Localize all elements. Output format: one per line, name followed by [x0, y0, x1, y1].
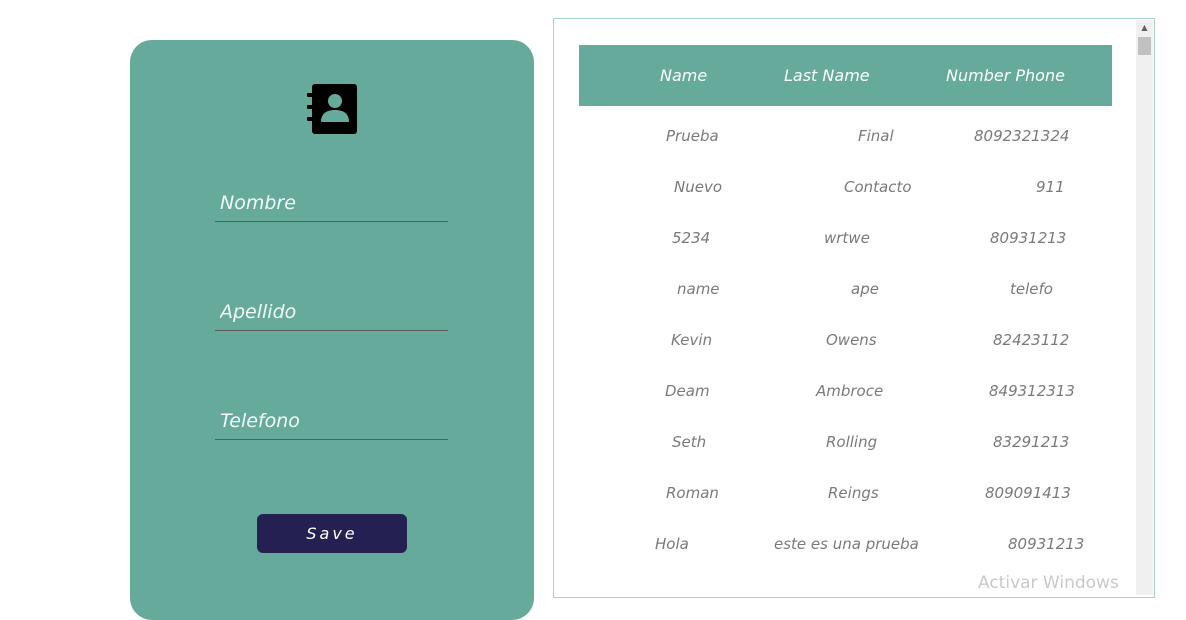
row-8-last-name: Reings: [828, 484, 879, 502]
row-6-phone: 849312313: [989, 382, 1075, 400]
header-number-phone: Number Phone: [946, 66, 1065, 85]
scroll-up-arrow-icon[interactable]: ▲: [1136, 20, 1153, 35]
apellido-input[interactable]: [215, 293, 448, 330]
nombre-input[interactable]: [215, 184, 448, 221]
row-9-phone: 80931213: [1008, 535, 1085, 553]
row-7-name: Seth: [672, 433, 707, 451]
nombre-field: [215, 184, 448, 222]
header-last-name: Last Name: [784, 66, 870, 85]
row-1-phone: 8092321324: [974, 127, 1070, 145]
contact-form-card: Save: [130, 40, 534, 620]
row-4-name: name: [677, 280, 720, 298]
contacts-table-panel[interactable]: Name Last Name Number Phone Prueba Final…: [553, 18, 1155, 598]
row-8-phone: 809091413: [985, 484, 1071, 502]
header-name: Name: [660, 66, 708, 85]
apellido-field: [215, 293, 448, 331]
row-2-phone: 911: [1036, 178, 1065, 196]
row-9-last-name: este es una prueba: [774, 535, 919, 553]
row-1-name: Prueba: [666, 127, 719, 145]
vertical-scrollbar[interactable]: ▲: [1136, 20, 1153, 595]
row-2-last-name: Contacto: [844, 178, 912, 196]
row-1-last-name: Final: [858, 127, 894, 145]
row-5-name: Kevin: [671, 331, 713, 349]
contact-book-icon: [307, 84, 357, 134]
row-8-name: Roman: [666, 484, 719, 502]
table-header-row: Name Last Name Number Phone: [579, 45, 1112, 106]
row-3-last-name: wrtwe: [824, 229, 870, 247]
save-button[interactable]: Save: [257, 514, 407, 553]
row-2-name: Nuevo: [674, 178, 723, 196]
row-5-last-name: Owens: [826, 331, 877, 349]
row-9-name: Hola: [655, 535, 689, 553]
row-6-name: Deam: [665, 382, 710, 400]
row-6-last-name: Ambroce: [816, 382, 884, 400]
row-4-phone: telefo: [1010, 280, 1053, 298]
row-4-last-name: ape: [851, 280, 879, 298]
row-3-phone: 80931213: [990, 229, 1067, 247]
row-5-phone: 82423112: [993, 331, 1070, 349]
row-3-name: 5234: [672, 229, 711, 247]
telefono-input[interactable]: [215, 402, 448, 439]
row-7-phone: 83291213: [993, 433, 1070, 451]
scroll-thumb[interactable]: [1138, 37, 1151, 55]
activate-windows-watermark: Activar Windows: [978, 573, 1119, 593]
telefono-field: [215, 402, 448, 440]
row-7-last-name: Rolling: [826, 433, 878, 451]
